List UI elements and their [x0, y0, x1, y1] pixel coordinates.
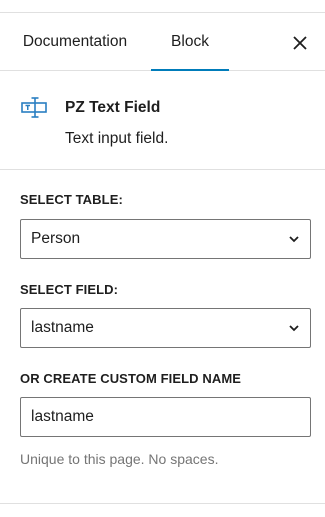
bottom-divider	[0, 503, 325, 504]
select-field-value: lastname	[31, 319, 94, 336]
tab-documentation[interactable]: Documentation	[0, 13, 150, 71]
sidebar-tabs: Documentation Block	[0, 13, 325, 71]
block-title: PZ Text Field	[65, 99, 161, 116]
block-card: PZ Text Field Text input field.	[0, 71, 325, 170]
text-field-icon	[21, 97, 47, 118]
select-table-dropdown[interactable]: Person	[20, 219, 311, 259]
tab-block[interactable]: Block	[151, 13, 229, 71]
custom-field-help-text: Unique to this page. No spaces.	[20, 451, 219, 467]
close-icon	[293, 36, 307, 50]
custom-field-name-input[interactable]	[20, 397, 311, 437]
block-description: Text input field.	[65, 130, 169, 147]
close-button[interactable]	[285, 28, 315, 58]
select-table-value: Person	[31, 230, 81, 247]
select-field-dropdown[interactable]: lastname	[20, 308, 311, 348]
chevron-down-icon	[289, 325, 299, 332]
block-settings-panel: Documentation Block PZ Text Field Text i…	[0, 0, 325, 517]
custom-field-label: OR CREATE CUSTOM FIELD NAME	[20, 371, 242, 386]
select-table-label: SELECT TABLE:	[20, 192, 123, 207]
select-field-label: SELECT FIELD:	[20, 282, 119, 297]
chevron-down-icon	[289, 236, 299, 243]
